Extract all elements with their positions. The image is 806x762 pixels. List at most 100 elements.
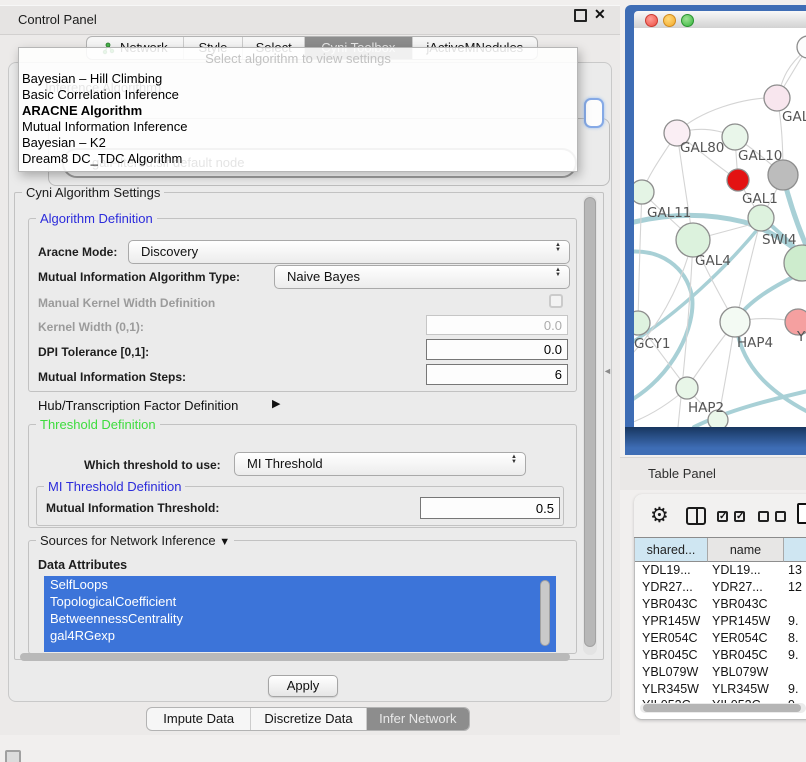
node-gal7[interactable]	[764, 85, 790, 111]
column-header-name[interactable]: name	[708, 538, 784, 562]
select-all-check-icon[interactable]: ✓	[734, 511, 745, 522]
table-cell[interactable]: YPR145W	[642, 613, 700, 630]
node-label-gal11: GAL11	[647, 205, 691, 221]
algorithm-option-selected[interactable]: ARACNE Algorithm	[19, 103, 577, 119]
table-cell[interactable]: YDR27...	[712, 579, 763, 596]
table-cell[interactable]: YDR27...	[642, 579, 693, 596]
algorithm-option[interactable]: Basic Correlation Inference	[19, 87, 577, 103]
table-cell[interactable]: YBR045C	[642, 647, 698, 664]
splitter-arrow-icon[interactable]: ◄	[603, 366, 612, 376]
columns-icon[interactable]	[686, 507, 706, 525]
node-gray[interactable]	[768, 160, 798, 190]
tab-infer-network-label: Infer Network	[379, 708, 456, 730]
tab-infer-network[interactable]: Infer Network	[366, 708, 469, 730]
which-threshold-label: Which threshold to use:	[84, 458, 221, 472]
attribute-item-selected[interactable]: BetweennessCentrality	[44, 610, 556, 627]
column-header-partial[interactable]	[784, 538, 806, 562]
mi-algorithm-type-value: Naive Bayes	[287, 266, 360, 288]
dpi-tolerance-input[interactable]	[426, 339, 568, 360]
table-panel-titlebar: Table Panel	[620, 457, 806, 490]
attribute-item-selected[interactable]: TopologicalCoefficient	[44, 593, 556, 610]
node-label-gcy1: GCY1	[634, 336, 671, 352]
table-cell[interactable]: 8.	[788, 630, 798, 647]
node-label-gal: GAL	[782, 109, 806, 125]
attribute-item-selected[interactable]: SelfLoops	[44, 576, 556, 593]
manual-kernel-width-checkbox[interactable]	[549, 294, 563, 308]
table-cell[interactable]: YER054C	[712, 630, 768, 647]
export-table-icon[interactable]	[797, 503, 806, 524]
sources-group-title: Sources for Network Inference ▼	[36, 534, 234, 549]
focused-button-fragment[interactable]	[584, 98, 604, 128]
minimized-panel-icon[interactable]	[5, 750, 21, 762]
deselect-all-icon[interactable]	[775, 511, 786, 522]
table-cell[interactable]: YDL19...	[642, 562, 691, 579]
collapse-arrow-down-icon[interactable]: ▼	[219, 536, 230, 549]
application-window: Control Panel ✕ Network Style Select Cyn…	[0, 0, 806, 762]
node-gal4[interactable]	[676, 223, 710, 257]
algorithm-option[interactable]: Bayesian – Hill Climbing	[19, 71, 577, 87]
apply-button[interactable]: Apply	[268, 675, 338, 697]
node-hap2[interactable]	[676, 377, 698, 399]
dpi-tolerance-label: DPI Tolerance [0,1]:	[38, 345, 149, 359]
manual-kernel-width-label: Manual Kernel Width Definition	[38, 296, 215, 310]
table-cell[interactable]: 9.	[788, 647, 798, 664]
table-cell[interactable]: YBR043C	[712, 596, 768, 613]
aracne-mode-select[interactable]: Discovery ▲▼	[128, 240, 570, 264]
attributes-scrollbar-thumb[interactable]	[540, 580, 550, 646]
node-large-green[interactable]	[784, 245, 806, 281]
table-cell[interactable]: YBR043C	[642, 596, 698, 613]
network-canvas[interactable]: GAL GAL80 GAL10 GAL1 GAL11 SWI4 GAL4 GCY…	[634, 28, 806, 427]
table-cell[interactable]: YLR345W	[712, 681, 769, 698]
table-cell[interactable]: YDL19...	[712, 562, 761, 579]
zoom-traffic-light-icon[interactable]	[681, 14, 694, 27]
which-threshold-select[interactable]: MI Threshold ▲▼	[234, 452, 526, 476]
algorithm-option[interactable]: Dream8 DC_TDC Algorithm	[19, 151, 577, 167]
settings-hscrollbar-thumb[interactable]	[20, 653, 570, 661]
deselect-all-icon[interactable]	[758, 511, 769, 522]
table-cell[interactable]: 9.	[788, 613, 798, 630]
table-cell[interactable]: YPR145W	[712, 613, 770, 630]
mi-threshold-input[interactable]	[420, 497, 560, 519]
table-cell[interactable]: 12	[788, 579, 802, 596]
algorithm-option[interactable]: Bayesian – K2	[19, 135, 577, 151]
mi-steps-input[interactable]	[426, 364, 568, 385]
algorithm-option[interactable]: Mutual Information Inference	[19, 119, 577, 135]
select-all-check-icon[interactable]: ✓	[717, 511, 728, 522]
attribute-item-selected[interactable]: gal4RGexp	[44, 627, 556, 644]
spinner-arrows-icon: ▲▼	[555, 268, 561, 278]
control-panel-titlebar: Control Panel	[0, 5, 620, 35]
minimize-traffic-light-icon[interactable]	[663, 14, 676, 27]
node-unlabeled[interactable]	[797, 36, 806, 58]
table-cell[interactable]: 13	[788, 562, 802, 579]
tab-impute-data[interactable]: Impute Data	[147, 708, 250, 730]
kernel-width-input[interactable]	[426, 315, 568, 335]
spinner-arrows-icon: ▲▼	[511, 455, 517, 465]
table-hscrollbar-thumb[interactable]	[643, 704, 801, 712]
table-cell[interactable]: YBL079W	[712, 664, 768, 681]
which-threshold-value: MI Threshold	[247, 453, 323, 475]
column-header-shared-name[interactable]: shared...	[635, 538, 708, 562]
table-cell[interactable]: YBR045C	[712, 647, 768, 664]
float-panel-icon[interactable]	[574, 9, 587, 22]
node-hap4[interactable]	[720, 307, 750, 337]
node-gal1-red[interactable]	[727, 169, 749, 191]
table-cell[interactable]: 9.	[788, 681, 798, 698]
close-traffic-light-icon[interactable]	[645, 14, 658, 27]
threshold-definition-title: Threshold Definition	[36, 418, 160, 431]
close-panel-icon[interactable]: ✕	[594, 4, 606, 24]
settings-scrollbar-thumb[interactable]	[584, 197, 596, 647]
mi-algorithm-type-select[interactable]: Naive Bayes ▲▼	[274, 265, 570, 289]
network-window-titlebar[interactable]	[634, 11, 806, 29]
node-gal11[interactable]	[634, 180, 654, 204]
gear-icon[interactable]: ⚙	[650, 503, 669, 529]
algorithm-dropdown-list: Select algorithm to view settings Bayesi…	[18, 47, 578, 172]
node-gal10[interactable]	[722, 124, 748, 150]
collapse-arrow-right-icon[interactable]: ▶	[272, 397, 280, 410]
node-label-swi4: SWI4	[762, 232, 797, 248]
tab-discretize-data[interactable]: Discretize Data	[250, 708, 365, 730]
node-swi4[interactable]	[748, 205, 774, 231]
algorithm-dropdown-placeholder: Select algorithm to view settings	[19, 48, 577, 71]
table-cell[interactable]: YER054C	[642, 630, 698, 647]
table-cell[interactable]: YBL079W	[642, 664, 698, 681]
table-cell[interactable]: YLR345W	[642, 681, 699, 698]
